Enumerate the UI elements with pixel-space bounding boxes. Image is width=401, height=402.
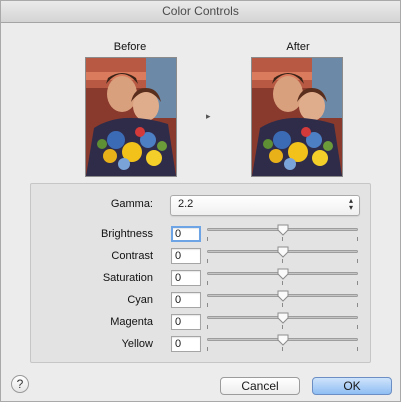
slider-thumb[interactable]: [277, 290, 289, 302]
popup-arrows-icon: ▴ ▾: [348, 196, 353, 212]
slider-thumb[interactable]: [277, 224, 289, 236]
gamma-label: Gamma:: [110, 198, 153, 210]
gamma-popup[interactable]: 2.2 ▴ ▾: [170, 195, 360, 216]
slider-tick: [207, 303, 208, 307]
slider-tick: [282, 237, 283, 241]
after-label: After: [286, 41, 310, 53]
saturation-slider[interactable]: [207, 268, 358, 285]
magenta-slider[interactable]: [207, 312, 358, 329]
cyan-field[interactable]: 0: [171, 292, 201, 308]
help-button[interactable]: ?: [11, 375, 29, 393]
yellow-slider[interactable]: [207, 334, 358, 351]
slider-thumb[interactable]: [277, 268, 289, 280]
brightness-label: Brightness: [101, 228, 153, 240]
slider-tick: [357, 347, 358, 351]
yellow-field[interactable]: 0: [171, 336, 201, 352]
slider-thumb[interactable]: [277, 312, 289, 324]
slider-tick: [282, 347, 283, 351]
slider-thumb[interactable]: [277, 334, 289, 346]
slider-tick: [357, 303, 358, 307]
saturation-label: Saturation: [102, 272, 153, 284]
slider-tick: [282, 281, 283, 285]
slider-tick: [357, 281, 358, 285]
cyan-label: Cyan: [127, 294, 153, 306]
slider-tick: [357, 237, 358, 241]
adjustments-panel: Gamma: 2.2 ▴ ▾ Brightness 0 Contrast 0 Satura…: [30, 183, 371, 363]
slider-tick: [282, 303, 283, 307]
slider-tick: [357, 325, 358, 329]
saturation-field[interactable]: 0: [171, 270, 201, 286]
contrast-slider[interactable]: [207, 246, 358, 263]
gamma-value: 2.2: [178, 198, 194, 210]
yellow-label: Yellow: [121, 338, 153, 350]
slider-tick: [207, 325, 208, 329]
before-label: Before: [113, 41, 147, 53]
slider-tick: [207, 281, 208, 285]
before-preview-image: [85, 57, 177, 177]
contrast-label: Contrast: [111, 250, 153, 262]
slider-thumb[interactable]: [277, 246, 289, 258]
slider-tick: [282, 325, 283, 329]
cyan-slider[interactable]: [207, 290, 358, 307]
magenta-field[interactable]: 0: [171, 314, 201, 330]
slider-tick: [357, 259, 358, 263]
cancel-button[interactable]: Cancel: [220, 377, 300, 395]
dialog-content: Before After ▸ Gamma: 2.2 ▴ ▾ Brightness…: [1, 23, 400, 401]
brightness-slider[interactable]: [207, 224, 358, 241]
brightness-field[interactable]: 0: [171, 226, 201, 242]
color-controls-dialog: Color Controls Before After ▸ Gamma: 2.2…: [0, 0, 401, 402]
slider-tick: [282, 259, 283, 263]
contrast-field[interactable]: 0: [171, 248, 201, 264]
after-preview-image: [251, 57, 343, 177]
window-title: Color Controls: [1, 1, 400, 23]
ok-button[interactable]: OK: [312, 377, 392, 395]
slider-tick: [207, 237, 208, 241]
slider-tick: [207, 259, 208, 263]
slider-tick: [207, 347, 208, 351]
magenta-label: Magenta: [110, 316, 153, 328]
preview-arrow-icon: ▸: [206, 111, 211, 121]
